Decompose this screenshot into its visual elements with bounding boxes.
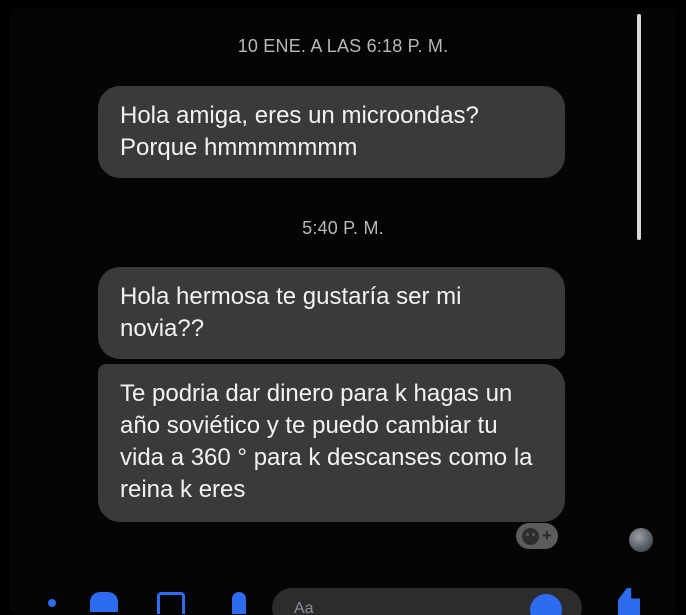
like-icon[interactable] (618, 588, 640, 615)
message-input-placeholder: Aa (294, 600, 314, 615)
timestamp: 10 ENE. A LAS 6:18 P. M. (237, 36, 449, 56)
image-icon[interactable] (157, 592, 185, 614)
message-text: Hola hermosa te gustaría ser mi novia?? (120, 283, 462, 342)
seen-avatar-icon (629, 528, 653, 552)
add-reaction-label: + (542, 526, 552, 545)
message-bubble[interactable]: Hola hermosa te gustaría ser mi novia?? (98, 267, 565, 359)
mic-icon[interactable] (232, 592, 246, 614)
camera-icon[interactable] (90, 592, 118, 612)
timestamp: 5:40 P. M. (302, 218, 384, 238)
message-bubble[interactable]: Hola amiga, eres un microondas? Porque h… (98, 86, 565, 178)
add-reaction-button[interactable]: + (516, 523, 558, 549)
add-reaction-icon (522, 527, 540, 545)
menu-dot-icon[interactable] (48, 599, 56, 607)
chat-window: 10 ENE. A LAS 6:18 P. M. Hola amiga, ere… (10, 8, 676, 615)
composer-bar: Aa (10, 580, 676, 615)
message-text: Hola amiga, eres un microondas? Porque h… (120, 102, 479, 161)
message-text: Te podria dar dinero para k hagas un año… (120, 380, 533, 503)
message-bubble[interactable]: Te podria dar dinero para k hagas un año… (98, 364, 565, 522)
